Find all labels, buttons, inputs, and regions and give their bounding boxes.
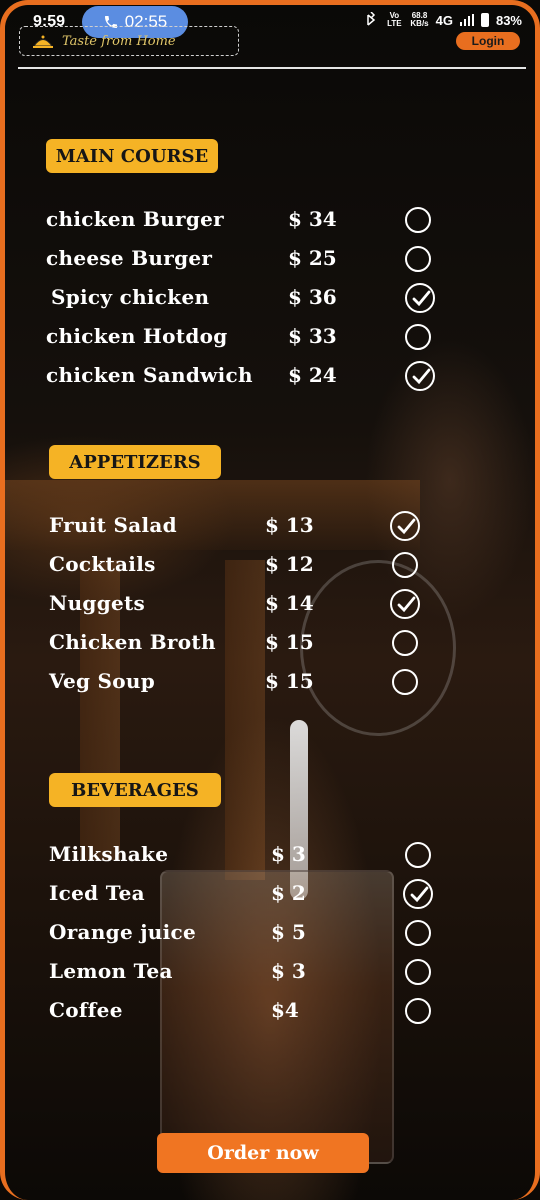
bluetooth-vibrate-icon	[367, 12, 376, 26]
login-button[interactable]: Login	[456, 32, 520, 50]
section-main-course[interactable]: MAIN COURSE	[46, 139, 218, 173]
item-name: Spicy chicken	[51, 285, 210, 309]
menu-item-row[interactable]: Lemon Tea $ 3	[0, 955, 540, 989]
food-cloche-icon	[33, 35, 53, 48]
menu-item-row[interactable]: Cocktails $ 12	[0, 548, 540, 582]
checkmark-icon	[397, 518, 416, 535]
section-appetizers[interactable]: APPETIZERS	[49, 445, 221, 479]
item-price: $ 25	[288, 246, 337, 270]
menu-item-row[interactable]: Fruit Salad $ 13	[0, 509, 540, 543]
checkmark-icon	[397, 596, 416, 613]
item-name: Nuggets	[49, 591, 146, 615]
checkmark-icon	[412, 290, 431, 307]
brand-logo[interactable]: Taste from Home	[19, 26, 239, 56]
menu-item-row[interactable]: chicken Burger $ 34	[0, 203, 540, 237]
volte-indicator: Vo LTE	[387, 11, 402, 28]
signal-icon	[459, 14, 474, 26]
menu-item-row[interactable]: Chicken Broth $ 15	[0, 626, 540, 660]
item-price: $ 3	[271, 842, 306, 866]
select-checkbox[interactable]	[405, 246, 431, 272]
network-speed: 68.8 KB/s	[410, 12, 428, 28]
select-checkbox[interactable]	[392, 630, 418, 656]
item-price: $ 24	[288, 363, 337, 387]
item-price: $ 15	[265, 630, 314, 654]
select-checkbox[interactable]	[405, 920, 431, 946]
item-price: $ 34	[288, 207, 337, 231]
checkmark-icon	[412, 368, 431, 385]
menu-item-row[interactable]: Milkshake $ 3	[0, 838, 540, 872]
select-checkbox-checked[interactable]	[390, 589, 420, 619]
menu-item-row[interactable]: Coffee $4	[0, 994, 540, 1028]
menu-item-row[interactable]: Iced Tea $ 2	[0, 877, 540, 911]
checkmark-icon	[410, 886, 429, 903]
item-name: Fruit Salad	[49, 513, 177, 537]
item-name: cheese Burger	[46, 246, 213, 270]
item-name: Coffee	[49, 998, 123, 1022]
select-checkbox[interactable]	[405, 324, 431, 350]
network-speed-unit: KB/s	[410, 19, 429, 28]
item-price: $ 2	[271, 881, 306, 905]
menu-item-row[interactable]: cheese Burger $ 25	[0, 242, 540, 276]
network-type: 4G	[435, 12, 453, 28]
item-name: Milkshake	[49, 842, 169, 866]
select-checkbox[interactable]	[392, 669, 418, 695]
menu-item-row[interactable]: Spicy chicken $ 36	[0, 281, 540, 315]
select-checkbox-checked[interactable]	[403, 879, 433, 909]
item-price: $ 15	[265, 669, 314, 693]
select-checkbox-checked[interactable]	[390, 511, 420, 541]
item-name: Cocktails	[49, 552, 156, 576]
menu-item-row[interactable]: Nuggets $ 14	[0, 587, 540, 621]
menu-item-row[interactable]: chicken Hotdog $ 33	[0, 320, 540, 354]
status-icons: Vo LTE 68.8 KB/s 4G 83%	[364, 12, 522, 28]
item-name: chicken Sandwich	[46, 363, 253, 387]
item-price: $ 33	[288, 324, 337, 348]
battery-percent: 83%	[495, 12, 522, 28]
order-now-button[interactable]: Order now	[157, 1133, 369, 1173]
select-checkbox[interactable]	[405, 842, 431, 868]
item-name: Iced Tea	[49, 881, 145, 905]
item-price: $ 3	[271, 959, 306, 983]
item-price: $4	[271, 998, 299, 1022]
item-price: $ 12	[265, 552, 314, 576]
select-checkbox[interactable]	[405, 959, 431, 985]
item-name: chicken Hotdog	[46, 324, 228, 348]
select-checkbox[interactable]	[405, 207, 431, 233]
battery-icon	[480, 13, 489, 27]
item-price: $ 5	[271, 920, 306, 944]
item-price: $ 14	[265, 591, 314, 615]
item-price: $ 36	[288, 285, 337, 309]
select-checkbox[interactable]	[392, 552, 418, 578]
item-name: Veg Soup	[49, 669, 156, 693]
menu-item-row[interactable]: chicken Sandwich $ 24	[0, 359, 540, 393]
menu-item-row[interactable]: Orange juice $ 5	[0, 916, 540, 950]
section-beverages[interactable]: BEVERAGES	[49, 773, 221, 807]
item-name: Orange juice	[49, 920, 197, 944]
menu-item-row[interactable]: Veg Soup $ 15	[0, 665, 540, 699]
select-checkbox-checked[interactable]	[405, 283, 435, 313]
header-divider	[18, 67, 526, 69]
brand-name: Taste from Home	[62, 33, 176, 49]
item-price: $ 13	[265, 513, 314, 537]
item-name: Lemon Tea	[49, 959, 173, 983]
item-name: Chicken Broth	[49, 630, 216, 654]
item-name: chicken Burger	[46, 207, 225, 231]
select-checkbox[interactable]	[405, 998, 431, 1024]
select-checkbox-checked[interactable]	[405, 361, 435, 391]
